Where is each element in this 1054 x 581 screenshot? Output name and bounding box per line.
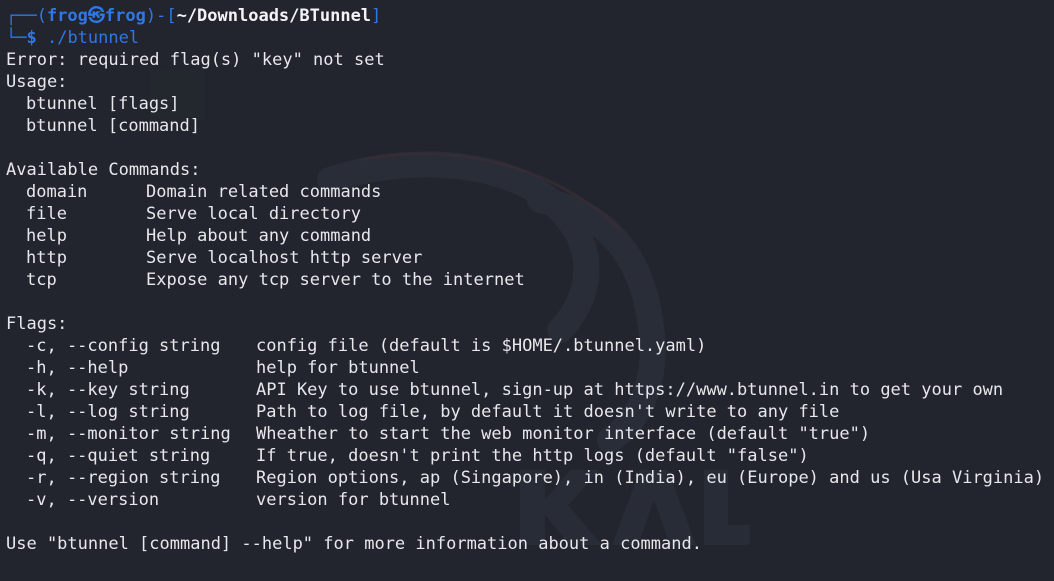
command-name: domain — [26, 182, 88, 202]
flag-name: -v, --version — [26, 490, 160, 510]
usage-heading: Usage: — [6, 72, 68, 92]
flag-name: -l, --log string — [26, 402, 190, 422]
flag-row: -r, --region string Region options, ap (S… — [6, 467, 1054, 489]
prompt-at-symbol: ㉿ — [87, 6, 105, 26]
flag-name: -q, --quiet string — [26, 446, 211, 466]
command-row: file Serve local directory — [6, 203, 1054, 225]
prompt-line-1: ┌──(frog㉿frog)-[~/Downloads/BTunnel] — [6, 5, 1054, 27]
command-row: help Help about any command — [6, 225, 1054, 247]
flag-name: -k, --key string — [26, 380, 190, 400]
flag-row: -v, --version version for btunnel — [6, 489, 1054, 511]
prompt-dir-close: ] — [371, 6, 382, 26]
flag-row: -m, --monitor string Wheather to start th… — [6, 423, 1054, 445]
footer-help-hint: Use "btunnel [command] --help" for more … — [6, 534, 702, 554]
prompt-host: frog — [104, 6, 146, 26]
flag-row: -q, --quiet string If true, doesn't print… — [6, 445, 1054, 467]
command-desc: Serve localhost http server — [146, 248, 423, 268]
command-row: domain Domain related commands — [6, 181, 1054, 203]
flag-desc: help for btunnel — [256, 358, 420, 378]
prompt-corner-bottom: └─ — [6, 28, 27, 48]
commands-heading: Available Commands: — [6, 160, 201, 180]
command-desc: Domain related commands — [146, 182, 382, 202]
flag-row: -l, --log string Path to log file, by def… — [6, 401, 1054, 423]
flags-heading: Flags: — [6, 314, 68, 334]
command-row: tcp Expose any tcp server to the internet — [6, 269, 1054, 291]
flag-desc: Wheather to start the web monitor interf… — [256, 424, 871, 444]
flag-name: -m, --monitor string — [26, 424, 231, 444]
prompt-corner-top: ┌──( — [6, 6, 47, 26]
prompt-user: frog — [46, 6, 88, 26]
usage-line: btunnel [flags] — [26, 94, 180, 114]
flag-desc: Path to log file, by default it doesn't … — [256, 402, 840, 422]
flag-name: -c, --config string — [26, 336, 221, 356]
usage-line: btunnel [command] — [26, 116, 200, 136]
flag-name: -h, --help — [26, 358, 129, 378]
command-desc: Serve local directory — [146, 204, 361, 224]
command-name: file — [26, 204, 67, 224]
prompt-line-2: └─$ ./btunnel — [6, 27, 1054, 49]
terminal-output: ┌──(frog㉿frog)-[~/Downloads/BTunnel] └─$… — [6, 5, 1054, 555]
flag-desc: version for btunnel — [256, 490, 451, 510]
flag-row: -c, --config string config file (default … — [6, 335, 1054, 357]
command-name: help — [26, 226, 67, 246]
flag-desc: Region options, ap (Singapore), in (Indi… — [256, 468, 1045, 488]
command-desc: Expose any tcp server to the internet — [146, 270, 525, 290]
command-desc: Help about any command — [146, 226, 372, 246]
error-message: Error: required flag(s) "key" not set — [6, 50, 385, 70]
prompt-dollar: $ — [26, 28, 37, 48]
flag-desc: API Key to use btunnel, sign-up at https… — [256, 380, 1004, 400]
command-name: tcp — [26, 270, 57, 290]
command-row: http Serve localhost http server — [6, 247, 1054, 269]
flag-row: -h, --help help for btunnel — [6, 357, 1054, 379]
command-name: http — [26, 248, 67, 268]
flag-desc: config file (default is $HOME/.btunnel.y… — [256, 336, 707, 356]
flag-desc: If true, doesn't print the http logs (de… — [256, 446, 809, 466]
flag-name: -r, --region string — [26, 468, 221, 488]
prompt-dir-open: )-[ — [145, 6, 177, 26]
prompt-directory: ~/Downloads/BTunnel — [176, 6, 372, 26]
flag-row: -k, --key string API Key to use btunnel, … — [6, 379, 1054, 401]
entered-command: ./btunnel — [36, 28, 140, 48]
